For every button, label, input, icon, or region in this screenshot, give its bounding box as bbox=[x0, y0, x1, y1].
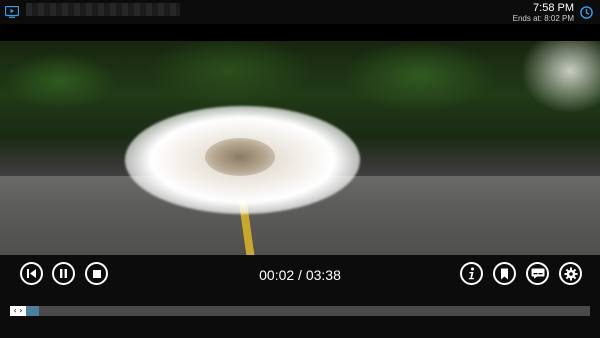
clock-time: 7:58 PM bbox=[533, 2, 574, 14]
video-frame[interactable] bbox=[0, 41, 600, 255]
clock-area: 7:58 PM Ends at: 8:02 PM bbox=[513, 3, 574, 24]
seek-bar[interactable]: ‹ › bbox=[10, 306, 590, 316]
ends-at-label: Ends at: 8:02 PM bbox=[512, 14, 574, 23]
bookmark-icon bbox=[501, 268, 508, 279]
info-icon bbox=[468, 267, 474, 280]
info-button[interactable] bbox=[460, 262, 483, 285]
subtitles-icon bbox=[531, 268, 544, 279]
seek-handle[interactable]: ‹ › bbox=[10, 306, 26, 316]
settings-gear-icon bbox=[564, 267, 577, 280]
top-bar: 7:58 PM Ends at: 8:02 PM bbox=[0, 0, 600, 24]
subtitles-button[interactable] bbox=[526, 262, 549, 285]
blurred-title bbox=[26, 3, 180, 16]
tv-icon bbox=[5, 6, 19, 18]
dandelion-core bbox=[205, 138, 275, 176]
settings-button[interactable] bbox=[559, 262, 582, 285]
bookmark-button[interactable] bbox=[493, 262, 516, 285]
clock-icon bbox=[580, 6, 593, 19]
